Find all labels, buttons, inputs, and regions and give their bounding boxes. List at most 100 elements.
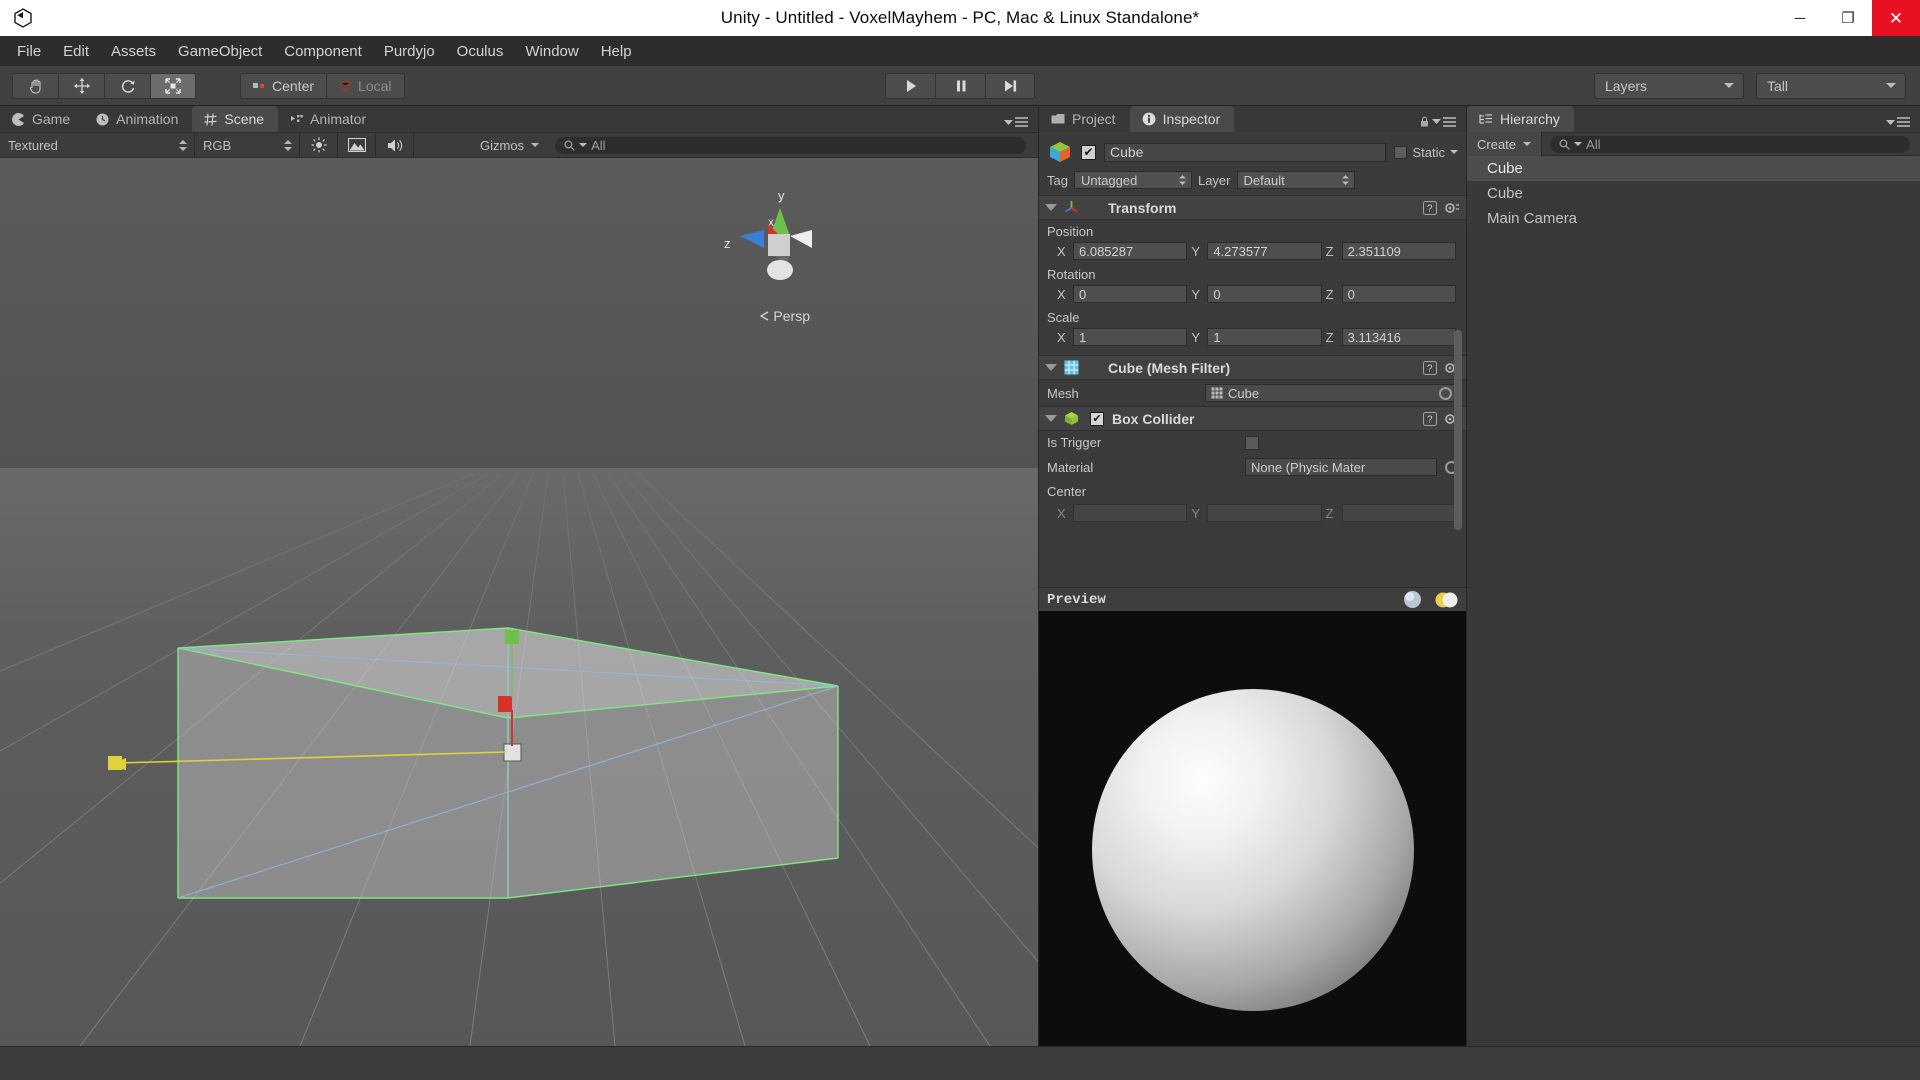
is-trigger-checkbox[interactable]: [1245, 436, 1259, 450]
tag-dropdown[interactable]: Untagged: [1074, 171, 1192, 189]
preview-stage[interactable]: [1039, 611, 1466, 1071]
foldout-arrow-icon[interactable]: [1045, 415, 1057, 422]
help-icon[interactable]: ?: [1423, 361, 1437, 375]
sphere-icon[interactable]: [1403, 590, 1422, 609]
draw-mode-dropdown[interactable]: Textured: [0, 133, 195, 157]
hierarchy-item-cube-1[interactable]: Cube: [1467, 156, 1920, 181]
play-icon: [903, 79, 919, 93]
inspector-panel-menu-button[interactable]: [1419, 116, 1456, 127]
tab-animation-label: Animation: [116, 111, 178, 127]
menu-window[interactable]: Window: [514, 40, 589, 63]
scene-lighting-toggle[interactable]: [300, 133, 338, 157]
layout-dropdown[interactable]: Tall: [1756, 73, 1906, 99]
audio-icon: [386, 138, 404, 153]
preview-tools: [1403, 590, 1458, 609]
box-collider-component-header[interactable]: ✔ Box Collider ?: [1039, 406, 1466, 431]
scene-audio-toggle[interactable]: [376, 133, 414, 157]
scene-skybox-toggle[interactable]: [338, 133, 376, 157]
position-z-input[interactable]: 2.351109: [1342, 242, 1456, 260]
object-name-input[interactable]: Cube: [1104, 143, 1386, 162]
inspector-scroll-thumb[interactable]: [1454, 330, 1462, 530]
center-z-input[interactable]: [1342, 504, 1456, 522]
tab-animation[interactable]: Animation: [84, 106, 192, 132]
menu-help[interactable]: Help: [590, 40, 643, 63]
rotation-z-input[interactable]: 0: [1342, 285, 1456, 303]
camera-mode-label[interactable]: Persp: [760, 308, 810, 324]
tab-scene[interactable]: Scene: [192, 106, 278, 132]
foldout-arrow-icon[interactable]: [1045, 204, 1057, 211]
close-button[interactable]: ✕: [1872, 0, 1920, 36]
tab-hierarchy[interactable]: Hierarchy: [1467, 106, 1574, 132]
rotation-x-input[interactable]: 0: [1073, 285, 1187, 303]
move-tool-button[interactable]: [58, 73, 104, 99]
layer-label: Layer: [1198, 173, 1231, 188]
transform-component-header[interactable]: Transform ?: [1039, 195, 1466, 220]
mesh-object-field[interactable]: Cube: [1205, 384, 1458, 402]
scene-viewport[interactable]: y z x Persp: [0, 158, 1038, 1046]
status-bar[interactable]: [0, 1046, 1920, 1080]
lighting-icon[interactable]: [1434, 591, 1458, 609]
scale-y-input[interactable]: 1: [1207, 328, 1321, 346]
step-button[interactable]: [985, 73, 1035, 99]
menu-edit[interactable]: Edit: [52, 40, 100, 63]
tab-project[interactable]: Project: [1039, 106, 1130, 132]
tab-game[interactable]: Game: [0, 106, 84, 132]
layer-dropdown[interactable]: Default: [1237, 171, 1355, 189]
render-mode-dropdown[interactable]: RGB: [195, 133, 300, 157]
center-y-input[interactable]: [1207, 504, 1321, 522]
hierarchy-icon: [1479, 113, 1493, 125]
menu-oculus[interactable]: Oculus: [446, 40, 515, 63]
rotation-y-input[interactable]: 0: [1207, 285, 1321, 303]
hierarchy-panel-menu-button[interactable]: [1886, 117, 1910, 127]
menu-component[interactable]: Component: [273, 40, 373, 63]
scene-search-input[interactable]: All: [555, 137, 1026, 154]
mesh-filter-component-header[interactable]: Cube (Mesh Filter) ?: [1039, 355, 1466, 380]
scene-axis-gizmo[interactable]: y z x: [716, 186, 846, 306]
position-y-input[interactable]: 4.273577: [1207, 242, 1321, 260]
physic-material-field[interactable]: None (Physic Mater: [1245, 458, 1437, 476]
pause-button[interactable]: [935, 73, 985, 99]
inspector-scrollbar[interactable]: [1456, 210, 1464, 578]
create-dropdown-button[interactable]: Create: [1467, 132, 1542, 156]
object-picker-icon[interactable]: [1439, 387, 1452, 400]
minimize-button[interactable]: ─: [1776, 0, 1824, 36]
rotate-tool-button[interactable]: [104, 73, 150, 99]
scale-rect-icon: [164, 77, 182, 95]
help-icon[interactable]: ?: [1423, 412, 1437, 426]
menu-gameobject[interactable]: GameObject: [167, 40, 273, 63]
help-icon[interactable]: ?: [1423, 201, 1437, 215]
scale-x-input[interactable]: 1: [1073, 328, 1187, 346]
hierarchy-search-input[interactable]: All: [1550, 136, 1910, 153]
inspector-column: Project Inspector ✔ Cube: [1038, 106, 1466, 1046]
create-label: Create: [1477, 137, 1516, 152]
play-button[interactable]: [885, 73, 935, 99]
box-collider-enabled-checkbox[interactable]: ✔: [1090, 412, 1104, 426]
foldout-arrow-icon[interactable]: [1045, 364, 1057, 371]
layers-dropdown[interactable]: Layers: [1594, 73, 1744, 99]
hand-tool-button[interactable]: [12, 73, 58, 99]
layer-value: Default: [1244, 173, 1285, 188]
maximize-button[interactable]: ❐: [1824, 0, 1872, 36]
menu-assets[interactable]: Assets: [100, 40, 167, 63]
rect-tool-button[interactable]: [150, 73, 196, 99]
position-x-input[interactable]: 6.085287: [1073, 242, 1187, 260]
pivot-rotation-button[interactable]: Local: [326, 73, 404, 99]
hierarchy-item-label: Main Camera: [1487, 210, 1577, 227]
tab-inspector[interactable]: Inspector: [1130, 106, 1235, 132]
tab-game-label: Game: [32, 111, 70, 127]
center-x-input[interactable]: [1073, 504, 1187, 522]
hierarchy-item-cube-2[interactable]: Cube: [1467, 181, 1920, 206]
tab-animator[interactable]: Animator: [278, 106, 380, 132]
menu-purdyjo[interactable]: Purdyjo: [373, 40, 446, 63]
object-enabled-checkbox[interactable]: ✔: [1081, 145, 1096, 160]
static-toggle[interactable]: Static: [1394, 145, 1458, 160]
scale-z-input[interactable]: 3.113416: [1342, 328, 1456, 346]
gizmos-dropdown[interactable]: Gizmos: [470, 133, 549, 157]
hierarchy-item-main-camera[interactable]: Main Camera: [1467, 206, 1920, 231]
hierarchy-toolbar: Create All: [1467, 132, 1920, 156]
pivot-mode-button[interactable]: Center: [240, 73, 326, 99]
menu-file[interactable]: File: [6, 40, 52, 63]
material-label: Material: [1047, 460, 1237, 475]
window-controls: ─ ❐ ✕: [1776, 0, 1920, 36]
scene-panel-menu-button[interactable]: [1004, 117, 1028, 127]
